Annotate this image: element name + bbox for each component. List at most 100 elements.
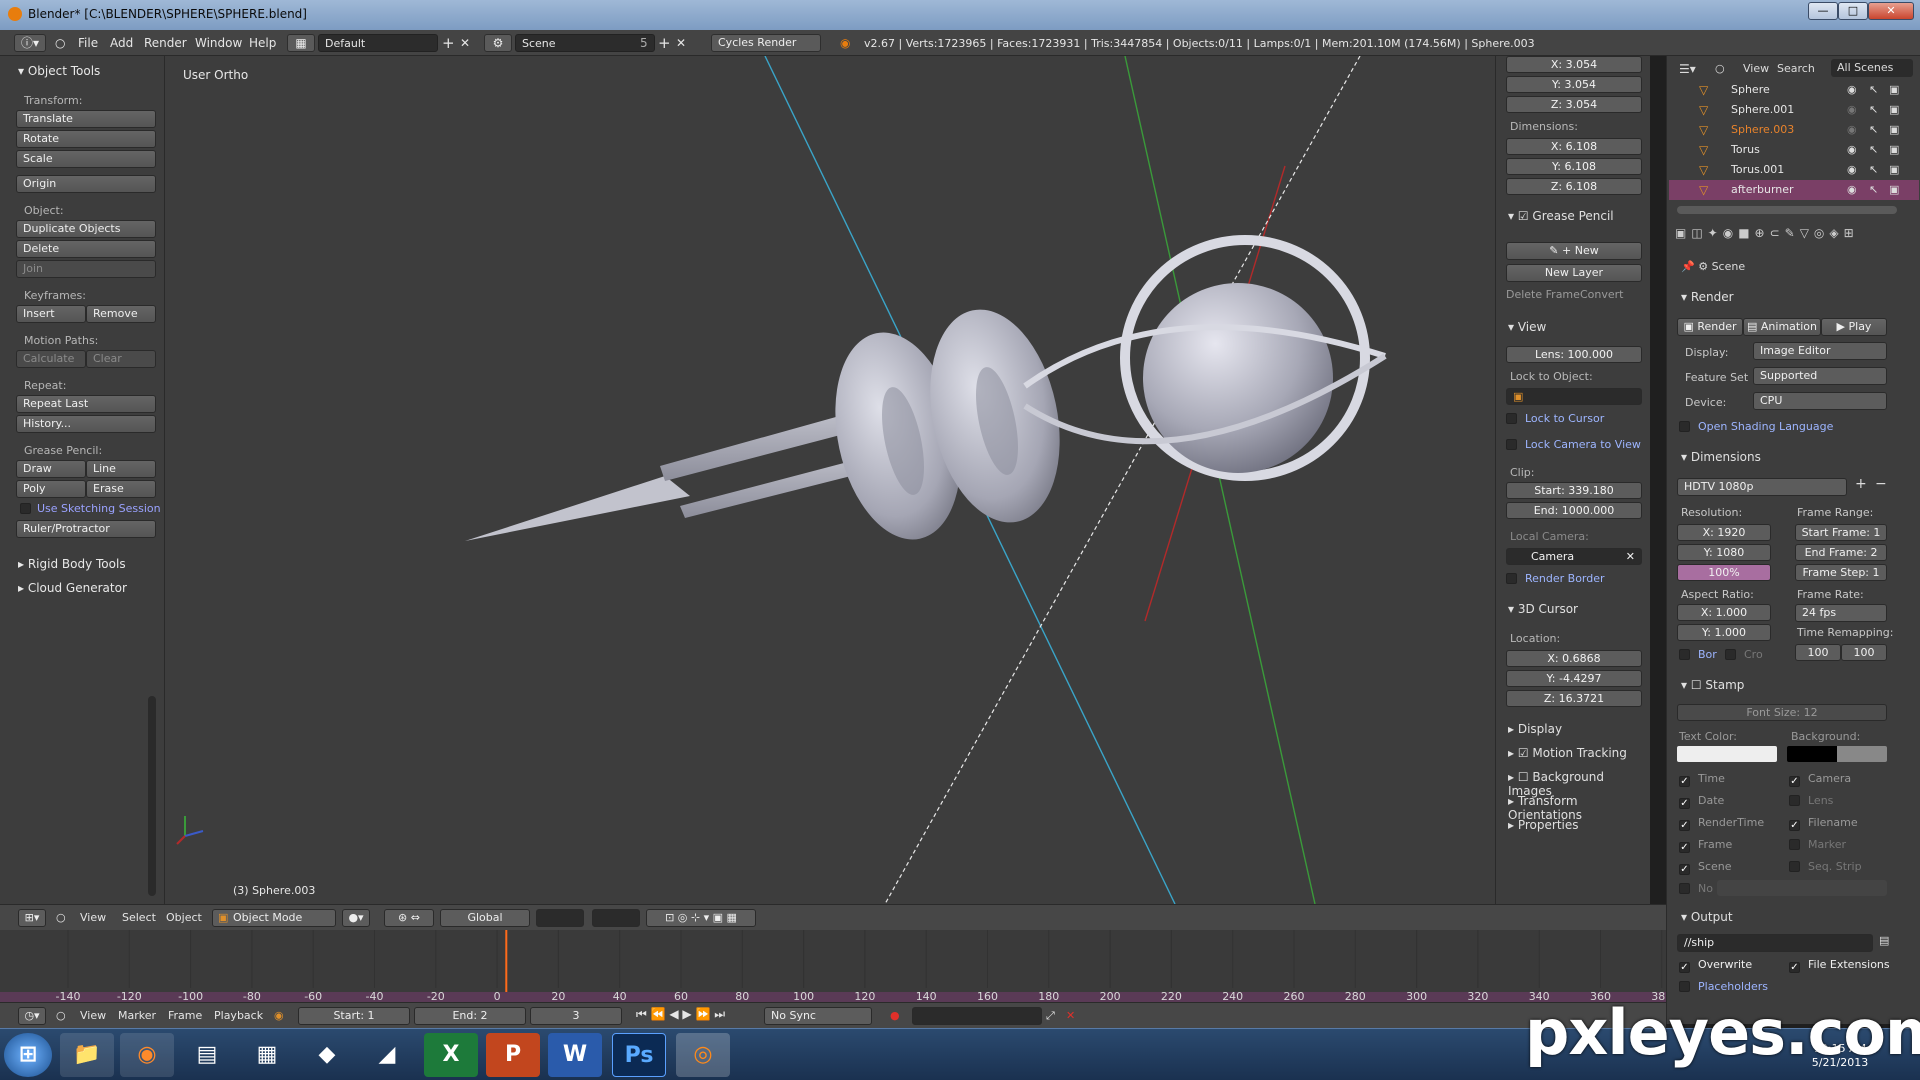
excel-icon[interactable]: X: [424, 1033, 478, 1077]
selectable-icon[interactable]: ↖: [1869, 183, 1878, 196]
selectable-icon[interactable]: ↖: [1869, 103, 1878, 116]
crop-checkbox[interactable]: Cro: [1725, 648, 1763, 661]
photoshop-icon[interactable]: Ps: [612, 1033, 666, 1077]
start-frame-field[interactable]: Start: 1: [298, 1007, 410, 1025]
renderable-icon[interactable]: ▣: [1889, 163, 1899, 176]
pivot-manipulator-icons[interactable]: ⊛ ⇔: [384, 909, 434, 927]
selectable-icon[interactable]: ↖: [1869, 163, 1878, 176]
add-preset-icon[interactable]: +: [1855, 476, 1867, 492]
network-app-icon[interactable]: ▤: [180, 1033, 234, 1077]
timeline[interactable]: -140 -120 -100 -80 -60 -40 -20 0 20 40 60 80 100 120 1…: [0, 930, 1666, 1002]
current-frame-field[interactable]: 3: [530, 1007, 622, 1025]
scale-x-field[interactable]: X: 3.054: [1506, 56, 1642, 73]
placeholders-checkbox[interactable]: Placeholders: [1679, 980, 1768, 993]
renderable-icon[interactable]: ▣: [1889, 143, 1899, 156]
renderable-icon[interactable]: ▣: [1889, 123, 1899, 136]
add-scene-icon[interactable]: +: [658, 34, 671, 52]
renderable-icon[interactable]: ▣: [1889, 183, 1899, 196]
output-path-field[interactable]: //ship: [1677, 934, 1873, 952]
motion-tracking-header[interactable]: ▸ ☑ Motion Tracking: [1508, 746, 1627, 760]
editor-type-icon[interactable]: ⓘ▾: [14, 34, 46, 52]
ruler-protractor-button[interactable]: Ruler/Protractor: [16, 520, 156, 538]
close-button[interactable]: ✕: [1868, 2, 1914, 20]
scene-icon[interactable]: ⚙: [484, 34, 512, 52]
cloud-generator-header[interactable]: ▸ Cloud Generator: [18, 581, 127, 595]
layout-icon[interactable]: ▦: [287, 34, 315, 52]
dimension-z-field[interactable]: Z: 6.108: [1506, 178, 1642, 195]
menu-render[interactable]: Render: [144, 36, 187, 50]
visibility-icon[interactable]: ◉: [1847, 183, 1857, 196]
visibility-icon[interactable]: ◉: [1847, 103, 1857, 116]
lock-camera-checkbox[interactable]: Lock Camera to View: [1506, 438, 1641, 451]
scale-z-field[interactable]: Z: 3.054: [1506, 96, 1642, 113]
resolution-x-field[interactable]: X: 1920: [1677, 524, 1771, 541]
word-icon[interactable]: W: [548, 1033, 602, 1077]
play-button[interactable]: ▶ Play: [1821, 318, 1887, 336]
renderable-icon[interactable]: ▣: [1889, 83, 1899, 96]
cursor-x-field[interactable]: X: 0.6868: [1506, 650, 1642, 667]
transform-orientation-dropdown[interactable]: Global: [440, 909, 530, 927]
viewport-editor-type-icon[interactable]: ⊞▾: [18, 909, 46, 927]
scene-selector[interactable]: Scene: [515, 34, 655, 52]
scale-button[interactable]: Scale: [16, 150, 156, 168]
timeline-collapse-icon[interactable]: ○: [56, 1009, 66, 1022]
animation-button[interactable]: ▤ Animation: [1743, 318, 1821, 336]
device-dropdown[interactable]: CPU: [1753, 392, 1887, 410]
powerpoint-icon[interactable]: P: [486, 1033, 540, 1077]
layer-buttons-1[interactable]: [536, 909, 584, 927]
overwrite-checkbox[interactable]: ✓ Overwrite: [1679, 958, 1752, 973]
time-remap-old-field[interactable]: 100: [1795, 644, 1841, 661]
shading-dropdown[interactable]: ●▾: [342, 909, 370, 927]
camera-field[interactable]: Camera ✕: [1506, 548, 1642, 565]
menu-file[interactable]: File: [78, 36, 98, 50]
visibility-icon[interactable]: ◉: [1847, 163, 1857, 176]
start-button[interactable]: ⊞: [4, 1033, 52, 1077]
output-panel-header[interactable]: ▾ Output: [1681, 910, 1733, 924]
minimize-button[interactable]: —: [1808, 2, 1838, 20]
new-layer-button[interactable]: New Layer: [1506, 264, 1642, 282]
tool-app-icon[interactable]: ◆: [300, 1033, 354, 1077]
record-icon[interactable]: ●: [890, 1009, 900, 1022]
view-panel-header[interactable]: ▾ View: [1508, 320, 1546, 334]
snapping-render-icons[interactable]: ⊡ ◎ ⊹ ▾ ▣ ▦: [646, 909, 756, 927]
resolution-y-field[interactable]: Y: 1080: [1677, 544, 1771, 561]
mode-dropdown[interactable]: Object Mode: [212, 909, 336, 927]
delete-frame-button[interactable]: Delete Frame: [1506, 288, 1580, 301]
insert-keyframe-icon[interactable]: ⤢: [1046, 1009, 1055, 1023]
rotate-button[interactable]: Rotate: [16, 130, 156, 148]
history-button[interactable]: History...: [16, 415, 156, 433]
clear-button[interactable]: Clear: [86, 350, 156, 368]
3d-viewport[interactable]: User Ortho (3) Sphere.003: [165, 56, 1495, 904]
stamp-panel-header[interactable]: ▾ ☐ Stamp: [1681, 678, 1744, 692]
outliner-scrollbar[interactable]: [1677, 206, 1897, 214]
cursor-z-field[interactable]: Z: 16.3721: [1506, 690, 1642, 707]
draw-button[interactable]: Draw: [16, 460, 86, 478]
frame-rate-dropdown[interactable]: 24 fps: [1795, 604, 1887, 622]
properties-tabs[interactable]: ▣◫✦◉■⊕⊂✎▽◎◈⊞: [1675, 226, 1915, 246]
explorer-icon[interactable]: 📁: [60, 1033, 114, 1077]
stamp-lens-checkbox[interactable]: Lens: [1789, 794, 1833, 807]
blender-taskbar-icon[interactable]: ◎: [676, 1033, 730, 1077]
repeat-last-button[interactable]: Repeat Last: [16, 395, 156, 413]
renderable-icon[interactable]: ▣: [1889, 103, 1899, 116]
selectable-icon[interactable]: ↖: [1869, 143, 1878, 156]
selectable-icon[interactable]: ↖: [1869, 123, 1878, 136]
collapse-icon[interactable]: ○: [55, 36, 65, 50]
outliner-row[interactable]: ▽ Sphere ◉ ↖ ▣: [1669, 80, 1919, 100]
new-grease-button[interactable]: ✎ + New: [1506, 242, 1642, 260]
outliner-view-menu[interactable]: View: [1743, 62, 1769, 75]
osl-checkbox[interactable]: Open Shading Language: [1679, 420, 1833, 433]
sketching-session-checkbox[interactable]: Use Sketching Session: [20, 502, 161, 515]
frame-step-field[interactable]: Frame Step: 1: [1795, 564, 1887, 581]
outliner-row[interactable]: ▽ Torus ◉ ↖ ▣: [1669, 140, 1919, 160]
visibility-icon[interactable]: ◉: [1847, 143, 1857, 156]
visibility-icon[interactable]: ◉: [1847, 83, 1857, 96]
grease-pencil-header[interactable]: ▾ ☑ Grease Pencil: [1508, 209, 1614, 223]
calculator-icon[interactable]: ▦: [240, 1033, 294, 1077]
visibility-icon[interactable]: ◉: [1847, 123, 1857, 136]
resolution-percentage-slider[interactable]: 100%: [1677, 564, 1771, 581]
start-frame-field[interactable]: Start Frame: 1: [1795, 524, 1887, 541]
delete-button[interactable]: Delete: [16, 240, 156, 258]
clip-start-field[interactable]: Start: 339.180: [1506, 482, 1642, 499]
render-panel-header[interactable]: ▾ Render: [1681, 290, 1734, 304]
